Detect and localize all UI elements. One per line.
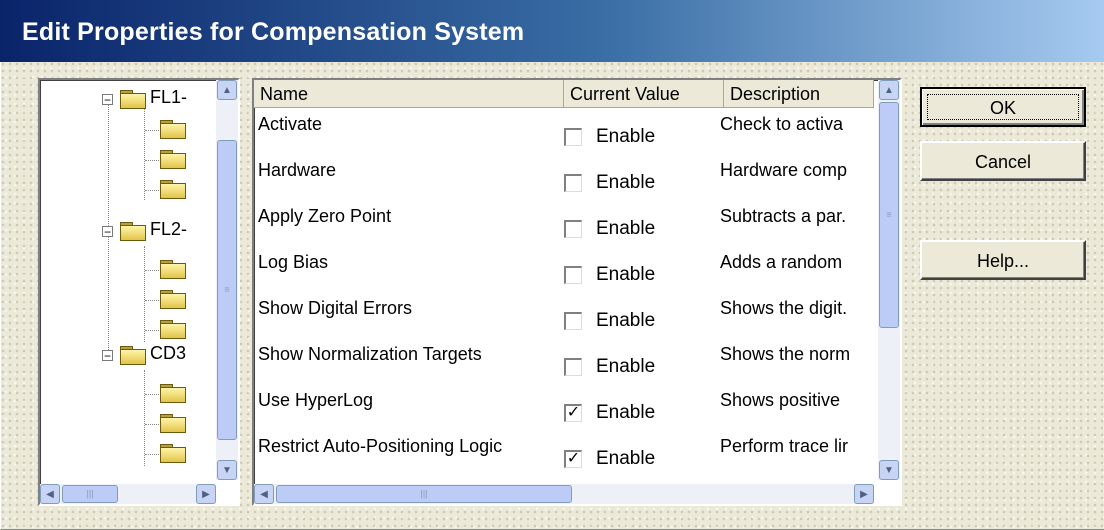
enable-label[interactable]: Enable <box>596 126 655 148</box>
minus-box-icon[interactable]: − <box>102 226 113 238</box>
table-row[interactable]: Activate Enable Check to activa <box>254 110 874 156</box>
table-row[interactable]: Apply Zero Point Enable Subtracts a par. <box>254 202 874 248</box>
tree-node-label: FL2- <box>150 219 188 239</box>
arrow-left-icon[interactable]: ◀ <box>254 484 274 504</box>
tree-scroll-thumb[interactable]: ≡ <box>217 140 237 440</box>
enable-label[interactable]: Enable <box>596 310 655 332</box>
arrow-left-icon[interactable]: ◀ <box>40 484 60 504</box>
tree-node-label: FL1- <box>150 87 188 107</box>
folder-icon[interactable] <box>160 320 186 339</box>
row-name: Hardware <box>258 160 337 180</box>
folder-icon <box>120 90 146 109</box>
row-name: Use HyperLog <box>258 390 374 410</box>
tree-view[interactable]: − FL1- − FL2- − CD3 ▲ ≡ ▼ ◀ ||| ▶ <box>38 78 240 506</box>
tree-node[interactable]: − FL1- <box>40 86 210 112</box>
row-description: Subtracts a par. <box>720 206 847 226</box>
grid-hscroll-thumb[interactable]: ||| <box>276 485 572 503</box>
row-name: Show Normalization Targets <box>258 344 482 364</box>
arrow-down-icon[interactable]: ▼ <box>217 460 237 480</box>
folder-icon[interactable] <box>160 444 186 463</box>
table-row[interactable]: Restrict Auto-Positioning Logic ✓ Enable Pe… <box>254 432 874 478</box>
grid-vertical-scrollbar[interactable]: ▲ ≡ ▼ <box>878 80 900 480</box>
enable-label[interactable]: Enable <box>596 264 655 286</box>
table-row[interactable]: Log Bias Enable Adds a random <box>254 248 874 294</box>
arrow-down-icon[interactable]: ▼ <box>879 460 899 480</box>
enable-label[interactable]: Enable <box>596 448 655 470</box>
arrow-up-icon[interactable]: ▲ <box>879 80 899 100</box>
folder-icon[interactable] <box>160 150 186 169</box>
table-row[interactable]: Hardware Enable Hardware comp <box>254 156 874 202</box>
folder-icon[interactable] <box>160 384 186 403</box>
enable-checkbox[interactable]: ✓ <box>564 450 582 468</box>
folder-icon[interactable] <box>160 120 186 139</box>
arrow-up-icon[interactable]: ▲ <box>217 80 237 100</box>
row-description: Adds a random <box>720 252 843 272</box>
arrow-right-icon[interactable]: ▶ <box>196 484 216 504</box>
folder-icon[interactable] <box>160 260 186 279</box>
tree-node[interactable]: − FL2- <box>40 218 210 244</box>
enable-checkbox[interactable] <box>564 312 582 330</box>
enable-checkbox[interactable] <box>564 358 582 376</box>
tree-hscroll-thumb[interactable]: ||| <box>62 485 118 503</box>
title-bar[interactable]: Edit Properties for Compensation System <box>0 0 1104 62</box>
grid-scroll-thumb[interactable]: ≡ <box>879 102 899 328</box>
table-row[interactable]: Show Digital Errors Enable Shows the digit… <box>254 294 874 340</box>
tree-node-label: CD3 <box>150 343 187 363</box>
row-name: Apply Zero Point <box>258 206 392 226</box>
column-header-current-value[interactable]: Current Value <box>564 80 724 108</box>
tree-connector <box>144 104 145 200</box>
arrow-right-icon[interactable]: ▶ <box>854 484 874 504</box>
row-description: Shows positive <box>720 390 841 410</box>
folder-icon <box>120 346 146 365</box>
enable-checkbox[interactable]: ✓ <box>564 404 582 422</box>
properties-grid[interactable]: Name Current Value Description Activate E… <box>252 78 902 506</box>
folder-icon[interactable] <box>160 414 186 433</box>
table-row[interactable]: Use HyperLog ✓ Enable Shows positive <box>254 386 874 432</box>
cancel-label: Cancel <box>974 152 1032 172</box>
row-description: Hardware comp <box>720 160 848 180</box>
row-name: Log Bias <box>258 252 329 272</box>
enable-label[interactable]: Enable <box>596 356 655 378</box>
minus-box-icon[interactable]: − <box>102 94 113 106</box>
tree-node[interactable]: − CD3 <box>40 342 210 368</box>
minus-box-icon[interactable]: − <box>102 350 113 362</box>
enable-checkbox[interactable] <box>564 266 582 284</box>
enable-label[interactable]: Enable <box>596 172 655 194</box>
folder-icon[interactable] <box>160 180 186 199</box>
window-title: Edit Properties for Compensation System <box>22 18 525 46</box>
focus-rect <box>927 94 1079 120</box>
row-description: Shows the digit. <box>720 298 848 318</box>
cancel-button[interactable]: Cancel <box>920 141 1086 181</box>
help-button[interactable]: Help... <box>920 240 1086 280</box>
enable-checkbox[interactable] <box>564 220 582 238</box>
row-name: Activate <box>258 114 323 134</box>
tree-connector <box>144 370 145 466</box>
row-description: Perform trace lir <box>720 436 849 456</box>
folder-icon <box>120 222 146 241</box>
tree-connector <box>144 246 145 342</box>
row-description: Check to activa <box>720 114 844 134</box>
table-row[interactable]: Show Normalization Targets Enable Shows th… <box>254 340 874 386</box>
tree-vertical-scrollbar[interactable]: ▲ ≡ ▼ <box>216 80 238 480</box>
row-name: Show Digital Errors <box>258 298 413 318</box>
row-name: Restrict Auto-Positioning Logic <box>258 436 503 456</box>
help-label: Help... <box>976 251 1030 271</box>
enable-checkbox[interactable] <box>564 128 582 146</box>
ok-button[interactable]: OK <box>920 87 1086 127</box>
column-header-name[interactable]: Name <box>254 80 564 108</box>
row-description: Shows the norm <box>720 344 851 364</box>
folder-icon[interactable] <box>160 290 186 309</box>
enable-label[interactable]: Enable <box>596 402 655 424</box>
tree-horizontal-scrollbar[interactable]: ◀ ||| ▶ <box>40 484 216 504</box>
enable-checkbox[interactable] <box>564 174 582 192</box>
column-header-description[interactable]: Description <box>724 80 874 108</box>
enable-label[interactable]: Enable <box>596 218 655 240</box>
grid-horizontal-scrollbar[interactable]: ◀ ||| ▶ <box>254 484 874 504</box>
